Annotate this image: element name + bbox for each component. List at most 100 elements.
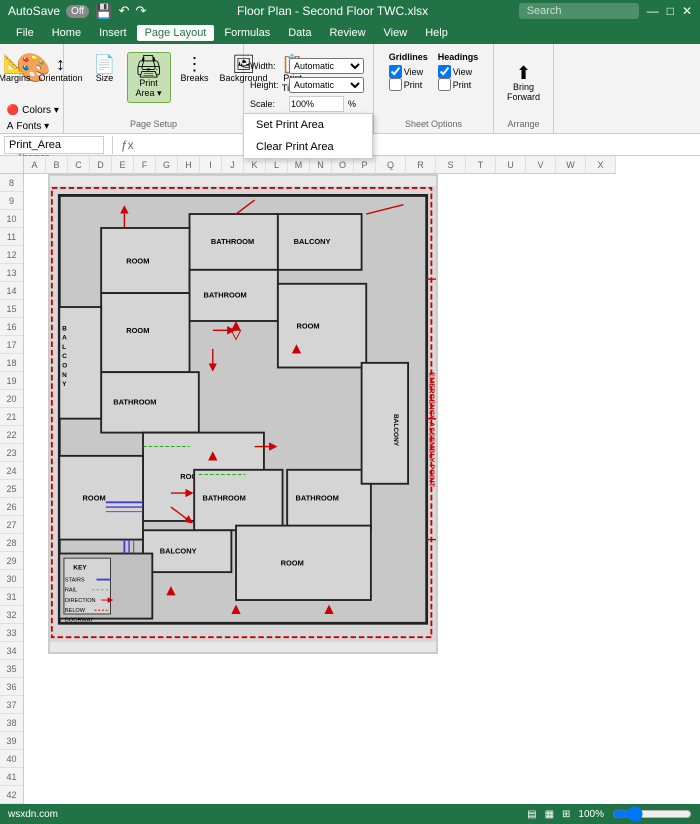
row-header-22: 22 [0, 426, 23, 444]
menu-view[interactable]: View [376, 25, 416, 41]
col-header-H[interactable]: H [178, 156, 200, 173]
gridlines-view-label: View [404, 67, 423, 77]
ribbon-sheet-options-group: Gridlines View Print Headings View [374, 44, 494, 133]
gridlines-col: Gridlines View Print [389, 52, 428, 117]
row-header-36: 36 [0, 678, 23, 696]
formula-icon: ƒx [121, 138, 134, 152]
col-header-T[interactable]: T [466, 156, 496, 173]
fonts-btn[interactable]: A Fonts ▾ [3, 119, 65, 134]
floor-plan-svg: BATHROOM BALCONY ROOM BATHROOM ROOM [50, 176, 436, 652]
gridlines-print-label: Print [404, 80, 423, 90]
bring-forward-label: Bring Forward [500, 82, 547, 102]
svg-text:RAIL: RAIL [65, 588, 77, 594]
breaks-btn[interactable]: ⋮ Breaks [175, 52, 215, 86]
margins-btn[interactable]: 📐 Margins [0, 52, 35, 86]
headings-print-check[interactable] [438, 78, 451, 91]
save-icon[interactable]: 💾 [95, 3, 112, 20]
minimize-btn[interactable]: — [647, 4, 659, 18]
menu-review[interactable]: Review [321, 25, 373, 41]
col-header-J[interactable]: J [222, 156, 244, 173]
menu-help[interactable]: Help [417, 25, 456, 41]
status-right: ▤ ▦ ⊞ 100% [527, 808, 692, 820]
row-header-21: 21 [0, 408, 23, 426]
svg-text:Y: Y [62, 381, 67, 388]
col-header-Q[interactable]: Q [376, 156, 406, 173]
svg-text:BATHROOM: BATHROOM [113, 398, 156, 407]
gridlines-heading: Gridlines [389, 52, 428, 62]
undo-icon[interactable]: ↶ [119, 3, 130, 19]
orientation-btn[interactable]: ↕ Orientation [39, 52, 83, 86]
width-select[interactable]: Automatic [289, 58, 364, 74]
spreadsheet-area: ABCDEFGHIJKLMNOPQRSTUVWX 891011121314151… [0, 156, 700, 804]
menu-data[interactable]: Data [280, 25, 319, 41]
maximize-btn[interactable]: □ [667, 4, 674, 18]
gridlines-view-check[interactable] [389, 65, 402, 78]
row-header-32: 32 [0, 606, 23, 624]
ribbon-arrange-group: ⬆ Bring Forward Arrange [494, 44, 554, 133]
col-header-B[interactable]: B [46, 156, 68, 173]
headings-view-check[interactable] [438, 65, 451, 78]
row-header-29: 29 [0, 552, 23, 570]
col-header-G[interactable]: G [156, 156, 178, 173]
menu-bar: File Home Insert Page Layout Formulas Da… [0, 22, 700, 44]
svg-text:BATHROOM: BATHROOM [203, 291, 246, 300]
height-select[interactable]: Automatic [289, 77, 364, 93]
col-header-S[interactable]: S [436, 156, 466, 173]
col-header-F[interactable]: F [134, 156, 156, 173]
menu-file[interactable]: File [8, 25, 42, 41]
menu-page-layout[interactable]: Page Layout [137, 25, 215, 41]
page-break-view-btn[interactable]: ⊞ [562, 809, 570, 820]
redo-icon[interactable]: ↷ [136, 3, 147, 19]
row-header-40: 40 [0, 750, 23, 768]
svg-text:BALCONY: BALCONY [160, 547, 197, 556]
size-btn[interactable]: 📄 Size [87, 52, 123, 86]
col-header-E[interactable]: E [112, 156, 134, 173]
clear-print-area-item[interactable]: Clear Print Area [244, 136, 372, 158]
grid-area[interactable]: BATHROOM BALCONY ROOM BATHROOM ROOM [24, 174, 700, 804]
status-text: wsxdn.com [8, 809, 58, 820]
col-header-A[interactable]: A [24, 156, 46, 173]
col-header-X[interactable]: X [586, 156, 616, 173]
col-header-R[interactable]: R [406, 156, 436, 173]
close-btn[interactable]: ✕ [682, 4, 692, 18]
name-box[interactable] [4, 136, 104, 154]
svg-text:BATHROOM: BATHROOM [203, 494, 246, 503]
row-header-10: 10 [0, 210, 23, 228]
formula-input[interactable] [138, 138, 700, 152]
row-header-27: 27 [0, 516, 23, 534]
menu-formulas[interactable]: Formulas [216, 25, 278, 41]
autosave-toggle[interactable]: Off [66, 5, 89, 18]
row-header-19: 19 [0, 372, 23, 390]
svg-text:BALCONY: BALCONY [392, 414, 399, 447]
svg-text:DOORWAY: DOORWAY [65, 617, 94, 623]
menu-insert[interactable]: Insert [91, 25, 135, 41]
row-header-8: 8 [0, 174, 23, 192]
row-numbers: 8910111213141516171819202122232425262728… [0, 174, 24, 804]
svg-text:B: B [62, 325, 67, 332]
ribbon-page-setup-group: 📐 Margins ↕ Orientation 📄 Size 🖨 Print A… [64, 44, 244, 133]
normal-view-btn[interactable]: ▤ [527, 809, 536, 820]
width-row: Width: Automatic [250, 58, 367, 74]
menu-home[interactable]: Home [44, 25, 89, 41]
title-bar: AutoSave Off 💾 ↶ ↷ Floor Plan - Second F… [0, 0, 700, 22]
col-header-V[interactable]: V [526, 156, 556, 173]
bring-forward-btn[interactable]: ⬆ Bring Forward [496, 61, 551, 105]
col-header-W[interactable]: W [556, 156, 586, 173]
col-header-C[interactable]: C [68, 156, 90, 173]
gridlines-print-check[interactable] [389, 78, 402, 91]
print-area-label2: Area ▾ [135, 88, 161, 99]
col-header-U[interactable]: U [496, 156, 526, 173]
floor-plan-image: BATHROOM BALCONY ROOM BATHROOM ROOM [48, 174, 438, 654]
print-area-btn[interactable]: 🖨 Print Area ▾ [127, 52, 171, 103]
col-header-I[interactable]: I [200, 156, 222, 173]
zoom-slider[interactable] [612, 808, 692, 820]
scale-input[interactable] [289, 96, 344, 112]
search-input[interactable] [519, 3, 639, 19]
corner-cell [0, 156, 24, 174]
svg-text:KEY: KEY [73, 564, 87, 571]
set-print-area-item[interactable]: Set Print Area [244, 114, 372, 136]
col-header-D[interactable]: D [90, 156, 112, 173]
svg-text:EMERGENCY ASSEMBLY POINT: EMERGENCY ASSEMBLY POINT [427, 372, 436, 487]
page-layout-view-btn[interactable]: ▦ [545, 809, 554, 820]
title-bar-right: — □ ✕ [519, 3, 692, 19]
